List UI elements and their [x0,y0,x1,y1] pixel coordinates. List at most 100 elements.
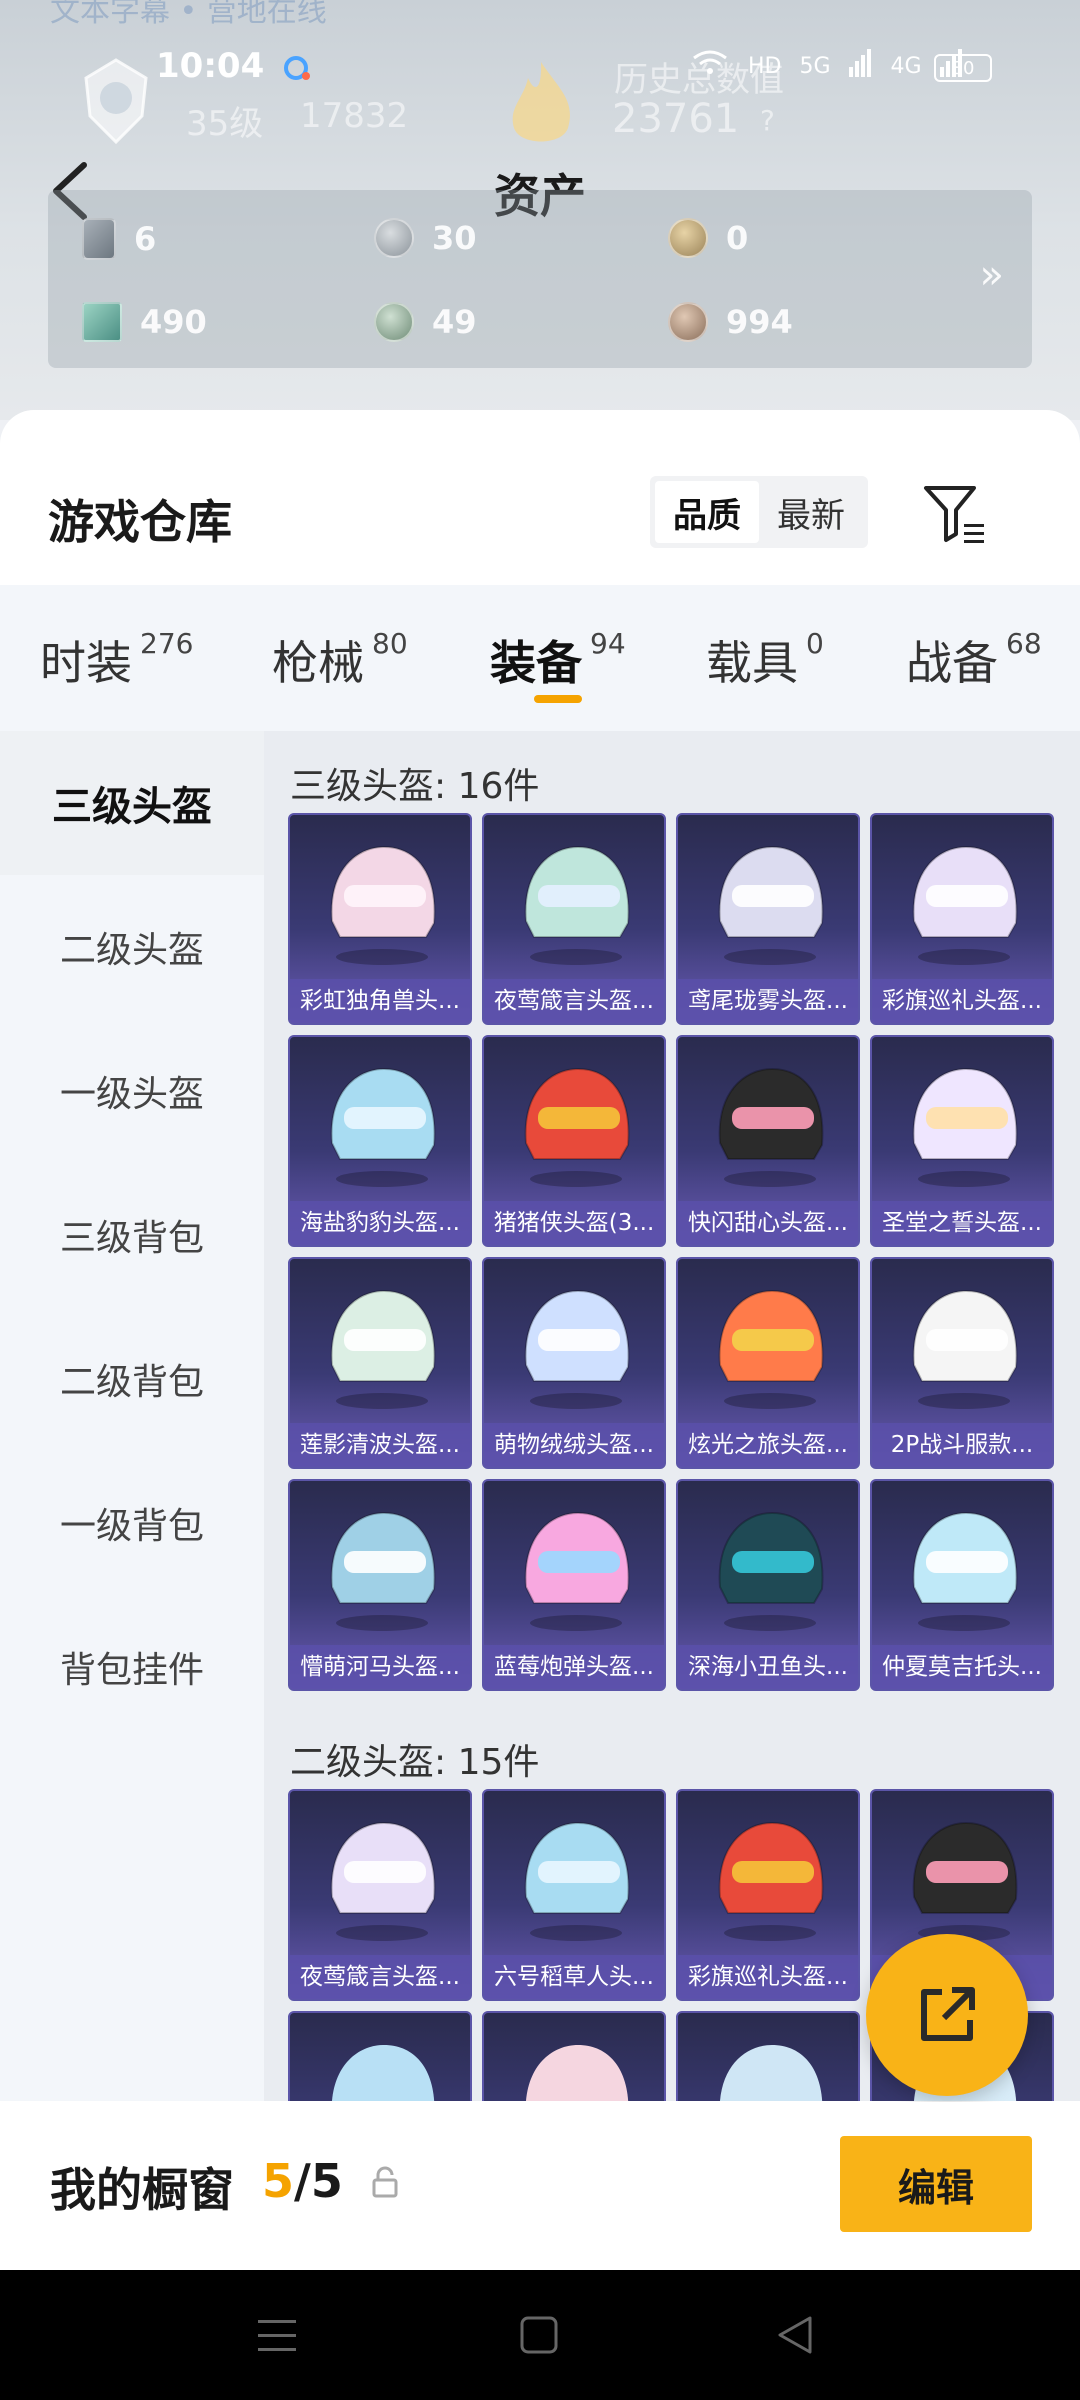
helmet-icon [718,1821,824,1941]
battery-indicator: 80 [934,54,992,82]
tab-count: 94 [590,627,626,660]
item-card[interactable] [288,2011,472,2101]
sidebar-item-level3-backpack[interactable]: 三级背包 [0,1163,264,1307]
item-card-label: 海盐豹豹头盔... [290,1201,470,1245]
helmet-icon [330,1067,436,1187]
item-card[interactable]: 夜莺箴言头盔... [482,813,666,1025]
item-card-label: 圣堂之誓头盔... [872,1201,1052,1245]
ghost-level: 35级 [186,104,264,144]
share-fab-button[interactable] [866,1934,1028,2096]
item-card[interactable]: 夜莺箴言头盔... [288,1789,472,2001]
asset-item: 490 [82,302,207,342]
helmet-icon [524,845,630,965]
card-icon [82,218,116,260]
helmet-icon [524,1289,630,1409]
edit-button[interactable]: 编辑 [840,2136,1032,2232]
showcase-bar: 我的橱窗 5/5 编辑 [0,2102,1080,2270]
helmet-icon [912,845,1018,965]
back-icon[interactable] [770,2310,820,2360]
item-card[interactable]: 彩虹独角兽头... [288,813,472,1025]
item-card[interactable]: 彩旗巡礼头盔... [676,1789,860,2001]
item-card-label: 六号稻草人头... [484,1955,664,1999]
tab-count: 68 [1006,627,1042,660]
item-card[interactable] [676,2011,860,2101]
warehouse-header: 游戏仓库 品质 最新 [0,410,1080,585]
item-card[interactable]: 海盐豹豹头盔... [288,1035,472,1247]
status-time: 10:04 [156,46,265,86]
filter-icon[interactable] [922,484,988,546]
ghost-score: 23761 [612,96,740,142]
item-card[interactable]: 仲夏莫吉托头... [870,1479,1054,1691]
home-icon[interactable] [514,2310,564,2360]
item-card[interactable]: 彩旗巡礼头盔... [870,813,1054,1025]
tab-combat-gear[interactable]: 战备 68 [906,627,1042,693]
helmet-icon [332,2045,435,2101]
item-card[interactable]: 莲影清波头盔... [288,1257,472,1469]
section-title: 二级头盔: 15件 [290,1742,540,1783]
showcase-separator: / [294,2154,311,2208]
item-card[interactable]: 萌物绒绒头盔... [482,1257,666,1469]
sort-quality-button[interactable]: 品质 [655,481,759,543]
item-card[interactable]: 2P战斗服款... [870,1257,1054,1469]
item-card[interactable] [482,2011,666,2101]
item-card-label: 鸢尾珑雾头盔... [678,979,858,1023]
item-card[interactable]: 圣堂之誓头盔... [870,1035,1054,1247]
sort-latest-button[interactable]: 最新 [759,481,863,543]
asset-item: 49 [374,302,477,342]
bronze-coin-icon [668,302,708,342]
item-card[interactable]: 鸢尾珑雾头盔... [676,813,860,1025]
item-card[interactable]: 六号稻草人头... [482,1789,666,2001]
item-card-label: 彩旗巡礼头盔... [678,1955,858,1999]
tab-label: 时装 [40,636,132,690]
sidebar-item-level2-helmet[interactable]: 二级头盔 [0,875,264,1019]
asset-item: 30 [374,218,477,258]
helmet-icon [524,1821,630,1941]
helmet-icon [718,1511,824,1631]
item-card[interactable]: 深海小丑鱼头... [676,1479,860,1691]
menu-icon[interactable] [252,2310,302,2360]
helmet-icon [912,1511,1018,1631]
item-card-label: 彩旗巡礼头盔... [872,979,1052,1023]
tab-fashion[interactable]: 时装 276 [40,627,193,693]
item-card[interactable]: 炫光之旅头盔... [676,1257,860,1469]
item-card-label: 炫光之旅头盔... [678,1423,858,1467]
sidebar-item-level2-backpack[interactable]: 二级背包 [0,1307,264,1451]
item-card[interactable]: 蓝莓炮弹头盔... [482,1479,666,1691]
signal-5g-label: 5G [799,53,831,79]
helmet-icon [330,1511,436,1631]
item-card-label: 彩虹独角兽头... [290,979,470,1023]
helmet-icon [330,1821,436,1941]
wifi-icon [690,48,730,84]
item-card[interactable]: 快闪甜心头盔... [676,1035,860,1247]
helmet-icon [718,1289,824,1409]
assets-card[interactable]: 6 30 0 490 49 994 » [48,190,1032,368]
tab-weapons[interactable]: 枪械 80 [272,627,408,693]
sidebar-item-backpack-pendant[interactable]: 背包挂件 [0,1595,264,1739]
helmet-icon [912,1289,1018,1409]
tab-vehicles[interactable]: 载具 0 [706,627,824,693]
tab-count: 80 [372,627,408,660]
silver-coin-icon [374,218,414,258]
status-bar: 10:04 HD 5G 4G 80 [0,44,1080,94]
lock-icon [372,2166,398,2198]
helmet-icon [720,2045,823,2101]
double-chevron-right-icon[interactable]: » [980,252,1004,298]
showcase-count: 5/5 [262,2154,343,2208]
item-grid-area[interactable]: 三级头盔: 16件 彩虹独角兽头... 夜莺箴言头盔... 鸢尾珑雾头盔... 彩旗巡… [264,731,1080,2101]
external-link-icon [921,1987,975,2041]
hd-indicator: HD [748,53,782,79]
tab-count: 276 [140,627,194,660]
sort-toggle: 品质 最新 [650,476,868,548]
item-card[interactable]: 懵萌河马头盔... [288,1479,472,1691]
item-card-label: 快闪甜心头盔... [678,1201,858,1245]
tab-equipment[interactable]: 装备 94 [490,627,626,693]
sidebar-item-level1-helmet[interactable]: 一级头盔 [0,1019,264,1163]
item-card[interactable]: 猪猪侠头盔(3... [482,1035,666,1247]
item-card-label: 萌物绒绒头盔... [484,1423,664,1467]
asset-item: 994 [668,302,793,342]
warehouse-title: 游戏仓库 [48,495,232,549]
sidebar-item-level1-backpack[interactable]: 一级背包 [0,1451,264,1595]
helmet-icon [330,845,436,965]
item-card-label: 2P战斗服款... [872,1423,1052,1467]
sidebar-item-level3-helmet[interactable]: 三级头盔 [0,731,264,875]
